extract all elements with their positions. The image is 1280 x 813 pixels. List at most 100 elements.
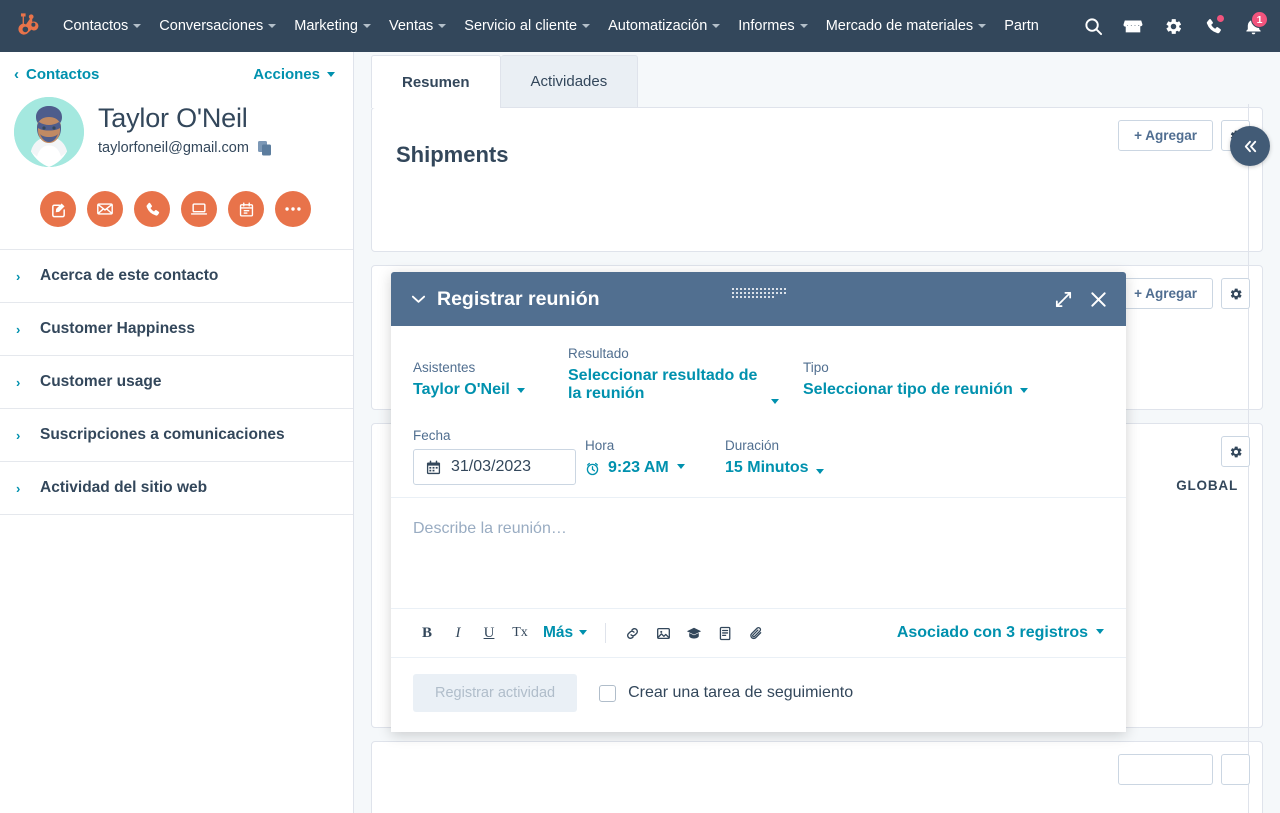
field-asistentes: Asistentes Taylor O'Neil — [413, 346, 568, 410]
add-button[interactable]: + Agregar — [1118, 754, 1213, 785]
link-icon[interactable] — [618, 619, 646, 647]
bold-button[interactable]: B — [413, 619, 441, 647]
settings-gear-icon[interactable] — [1156, 9, 1190, 43]
sidebar-header: ‹ Contactos Acciones — [0, 52, 353, 93]
followup-task-checkbox[interactable] — [599, 684, 617, 702]
page-title: Taylor O'Neil — [98, 103, 248, 133]
knowledge-article-icon[interactable] — [680, 619, 708, 647]
sidebar-item-customer-happiness[interactable]: › Customer Happiness — [0, 302, 353, 355]
time-dropdown[interactable]: 9:23 AM — [585, 459, 725, 477]
nav-item-mercado-de-materiales[interactable]: Mercado de materiales — [817, 12, 996, 40]
marketplace-icon[interactable] — [1116, 9, 1150, 43]
chevron-down-icon — [327, 72, 335, 77]
nav-item-marketing[interactable]: Marketing — [285, 12, 380, 40]
calling-phone-icon[interactable] — [1196, 9, 1230, 43]
hubspot-logo[interactable] — [8, 7, 46, 45]
sidebar-item-label: Acerca de este contacto — [40, 267, 219, 284]
top-navigation-bar: Contactos Conversaciones Marketing Venta… — [0, 0, 1280, 52]
card-settings-gear-icon[interactable] — [1221, 436, 1250, 467]
sidebar-item-actividad-del-sitio-web[interactable]: › Actividad del sitio web — [0, 461, 353, 514]
nav-item-automatizacion[interactable]: Automatización — [599, 12, 729, 40]
more-formatting-dropdown[interactable]: Más — [537, 624, 593, 642]
sidebar-item-acerca-de-este-contacto[interactable]: › Acerca de este contacto — [0, 249, 353, 302]
attachment-clip-icon[interactable] — [742, 619, 770, 647]
note-icon[interactable] — [40, 191, 76, 227]
chevron-right-icon: › — [16, 268, 21, 284]
breadcrumb-back-contactos[interactable]: ‹ Contactos — [14, 66, 99, 83]
notifications-bell-icon[interactable]: 1 — [1236, 9, 1270, 43]
tab-label: Actividades — [530, 73, 608, 90]
phone-notification-dot — [1216, 14, 1225, 23]
nav-item-servicio-al-cliente[interactable]: Servicio al cliente — [455, 12, 599, 40]
more-ellipsis-icon[interactable] — [275, 191, 311, 227]
underline-button[interactable]: U — [475, 619, 503, 647]
nav-item-informes[interactable]: Informes — [729, 12, 816, 40]
email-icon[interactable] — [87, 191, 123, 227]
chevron-down-icon[interactable] — [405, 294, 431, 304]
nav-item-contactos[interactable]: Contactos — [54, 12, 150, 40]
attendees-value: Taylor O'Neil — [413, 381, 510, 398]
document-icon[interactable] — [711, 619, 739, 647]
registrar-reunion-modal: Registrar reunión Asistentes Taylor O'Ne… — [391, 272, 1126, 732]
contact-identity: Taylor O'Neil taylorfoneil@gmail.com — [0, 93, 353, 167]
clock-icon — [585, 461, 600, 476]
field-label: Resultado — [568, 346, 629, 361]
chevron-down-icon — [771, 399, 779, 404]
nav-item-conversaciones[interactable]: Conversaciones — [150, 12, 285, 40]
field-fecha: Fecha 31/03/2023 — [413, 428, 585, 485]
copy-icon[interactable] — [257, 140, 272, 156]
field-hora: Hora 9:23 AM — [585, 438, 725, 485]
date-input[interactable]: 31/03/2023 — [413, 449, 576, 485]
outcome-dropdown[interactable]: Seleccionar resultado de la reunión — [568, 367, 803, 410]
add-button[interactable]: + Agregar — [1118, 120, 1213, 151]
chevron-right-icon: › — [16, 374, 21, 390]
sidebar-item-customer-usage[interactable]: › Customer usage — [0, 355, 353, 408]
add-button[interactable]: + Agregar — [1118, 278, 1213, 309]
breadcrumb-label: Contactos — [26, 66, 100, 83]
sidebar-item-suscripciones-a-comunicaciones[interactable]: › Suscripciones a comunicaciones — [0, 408, 353, 461]
drag-grip-icon[interactable] — [731, 288, 786, 298]
nav-item-ventas[interactable]: Ventas — [380, 12, 455, 40]
collapse-right-panel-button[interactable] — [1230, 126, 1270, 166]
chevron-down-icon — [815, 469, 824, 474]
chevron-right-icon: › — [16, 427, 21, 443]
card-settings-gear-icon[interactable] — [1221, 278, 1250, 309]
chevron-down-icon — [579, 629, 588, 635]
italic-button[interactable]: I — [444, 619, 472, 647]
duration-dropdown[interactable]: 15 Minutos — [725, 459, 824, 477]
card-fourth: + Agregar — [371, 741, 1263, 813]
sidebar-item-label: Customer Happiness — [40, 320, 196, 337]
type-value: Seleccionar tipo de reunión — [803, 381, 1013, 398]
nav-item-partners[interactable]: Partners — [995, 12, 1039, 40]
followup-task-checkbox-wrapper[interactable]: Crear una tarea de seguimiento — [599, 684, 853, 702]
chevron-down-icon — [438, 24, 447, 28]
chevron-right-icon: › — [16, 321, 21, 337]
tab-actividades[interactable]: Actividades — [500, 55, 639, 107]
insert-image-icon[interactable] — [649, 619, 677, 647]
close-x-icon[interactable] — [1089, 290, 1108, 309]
meeting-description-editor[interactable]: Describe la reunión… — [391, 498, 1126, 608]
search-icon[interactable] — [1076, 9, 1110, 43]
chevron-down-icon — [1019, 388, 1028, 393]
associated-records-label: Asociado con 3 registros — [896, 624, 1088, 641]
expand-diagonal-icon[interactable] — [1054, 290, 1073, 309]
attendees-dropdown[interactable]: Taylor O'Neil — [413, 381, 568, 399]
quick-action-buttons — [0, 167, 353, 249]
acciones-dropdown[interactable]: Acciones — [253, 66, 335, 83]
chevron-down-icon — [268, 24, 277, 28]
chevron-down-icon — [676, 464, 685, 469]
task-calendar-icon[interactable] — [228, 191, 264, 227]
field-label: Fecha — [413, 428, 451, 443]
meeting-laptop-icon[interactable] — [181, 191, 217, 227]
outcome-value: Seleccionar resultado de la reunión — [568, 367, 758, 402]
call-phone-icon[interactable] — [134, 191, 170, 227]
field-duracion: Duración 15 Minutos — [725, 438, 824, 485]
card-shipments: + Agregar Shipments — [371, 107, 1263, 252]
modal-header[interactable]: Registrar reunión — [391, 272, 1126, 326]
submit-activity-button[interactable]: Registrar actividad — [413, 674, 578, 712]
clear-formatting-button[interactable]: Tx — [506, 619, 534, 647]
card-settings-gear-icon[interactable] — [1221, 754, 1250, 785]
associated-records-dropdown[interactable]: Asociado con 3 registros — [897, 624, 1104, 642]
type-dropdown[interactable]: Seleccionar tipo de reunión — [803, 381, 1028, 399]
tab-resumen[interactable]: Resumen — [371, 55, 501, 108]
